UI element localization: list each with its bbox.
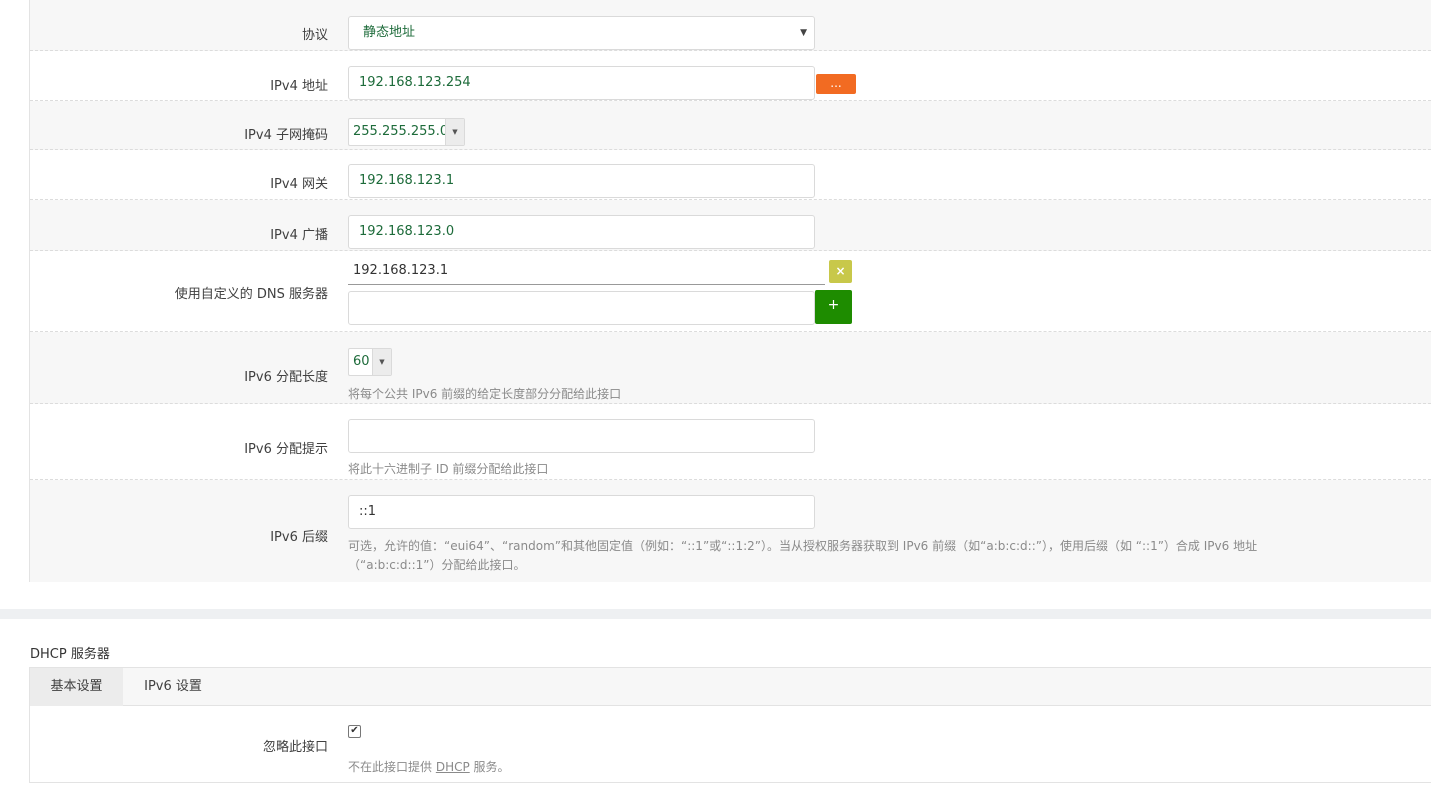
dns-entry[interactable]: 192.168.123.1 (348, 257, 825, 285)
protocol-row: 协议 静态地址 ▼ (30, 0, 1431, 51)
ipv4-netmask-row: IPv4 子网掩码 255.255.255.0 ▼ (30, 101, 1431, 150)
ipv6-assign-hint-input[interactable] (348, 419, 815, 453)
protocol-label: 协议 (301, 28, 328, 43)
dhcp-server-card: DHCP 服务器 基本设置 IPv6 设置 忽略此接口 ✔ 不在此接口提供 DH… (0, 619, 1431, 802)
ipv4-broadcast-row: IPv4 广播 192.168.123.0 (30, 200, 1431, 251)
check-icon: ✔ (350, 725, 359, 736)
dns-remove-button[interactable]: × (829, 260, 852, 283)
interface-settings-card: 协议 静态地址 ▼ IPv4 地址 192.168.123.254 ... IP… (0, 0, 1431, 609)
chevron-down-icon: ▼ (800, 28, 807, 38)
dhcp-basic-section: 忽略此接口 ✔ 不在此接口提供 DHCP 服务。 (29, 706, 1431, 783)
dhcp-link[interactable]: DHCP (436, 760, 470, 774)
ipv6-assign-length-value: 60 (353, 354, 370, 369)
ipv6-assign-length-label: IPv6 分配长度 (244, 370, 328, 385)
ipv6-suffix-input[interactable]: ::1 (348, 495, 815, 529)
ipv4-netmask-select[interactable]: 255.255.255.0 ▼ (348, 118, 465, 146)
ipv4-address-input[interactable]: 192.168.123.254 (348, 66, 815, 100)
hint-suffix: 服务。 (469, 760, 510, 774)
ignore-interface-checkbox[interactable]: ✔ (348, 725, 361, 738)
dns-add-button[interactable]: + (815, 290, 852, 324)
ipv6-assign-length-select[interactable]: 60 ▼ (348, 348, 392, 376)
ipv6-assign-hint-row: IPv6 分配提示 将此十六进制子 ID 前缀分配给此接口 (30, 404, 1431, 480)
protocol-value: 静态地址 (363, 25, 416, 40)
ipv4-gateway-input[interactable]: 192.168.123.1 (348, 164, 815, 198)
ipv6-assign-length-row: IPv6 分配长度 60 ▼ 将每个公共 IPv6 前缀的给定长度部分分配给此接… (30, 332, 1431, 404)
dns-row: 使用自定义的 DNS 服务器 192.168.123.1 × + (30, 251, 1431, 332)
ipv4-gateway-label: IPv4 网关 (270, 177, 328, 192)
ipv4-netmask-label: IPv4 子网掩码 (244, 128, 328, 143)
ipv4-netmask-value: 255.255.255.0 (353, 124, 449, 139)
chevron-down-icon: ▼ (445, 119, 464, 145)
general-settings-section: 协议 静态地址 ▼ IPv4 地址 192.168.123.254 ... IP… (29, 0, 1431, 582)
dns-label: 使用自定义的 DNS 服务器 (174, 287, 328, 302)
chevron-down-icon: ▼ (372, 349, 391, 375)
protocol-select[interactable]: 静态地址 ▼ (348, 16, 815, 50)
ipv4-gateway-row: IPv4 网关 192.168.123.1 (30, 150, 1431, 200)
dhcp-tabs: 基本设置 IPv6 设置 (29, 667, 1431, 706)
ipv6-suffix-hint-line2: （“a:b:c:d::1”）分配给此接口。 (348, 558, 526, 572)
tab-basic-settings[interactable]: 基本设置 (30, 668, 123, 706)
ipv4-address-row: IPv4 地址 192.168.123.254 ... (30, 51, 1431, 101)
hint-prefix: 不在此接口提供 (348, 760, 436, 774)
dhcp-section-title: DHCP 服务器 (30, 647, 110, 662)
ipv6-suffix-row: IPv6 后缀 ::1 可选，允许的值：“eui64”、“random”和其他固… (30, 480, 1431, 582)
ipv6-suffix-label: IPv6 后缀 (270, 530, 328, 545)
ipv6-suffix-hint-line1: 可选，允许的值：“eui64”、“random”和其他固定值（例如：“::1”或… (348, 539, 1258, 553)
ipv6-assign-hint-label: IPv6 分配提示 (244, 442, 328, 457)
ipv6-assign-hint-hint: 将此十六进制子 ID 前缀分配给此接口 (348, 462, 549, 476)
tab-ipv6-settings[interactable]: IPv6 设置 (123, 668, 223, 706)
ipv4-broadcast-label: IPv4 广播 (270, 228, 328, 243)
ignore-interface-hint: 不在此接口提供 DHCP 服务。 (348, 758, 510, 775)
ignore-interface-label: 忽略此接口 (262, 740, 328, 755)
ipv4-address-label: IPv4 地址 (270, 79, 328, 94)
ipv6-assign-length-hint: 将每个公共 IPv6 前缀的给定长度部分分配给此接口 (348, 387, 622, 401)
dns-new-input[interactable] (348, 291, 815, 325)
ipv4-address-more-button[interactable]: ... (816, 74, 856, 94)
ipv4-broadcast-input[interactable]: 192.168.123.0 (348, 215, 815, 249)
